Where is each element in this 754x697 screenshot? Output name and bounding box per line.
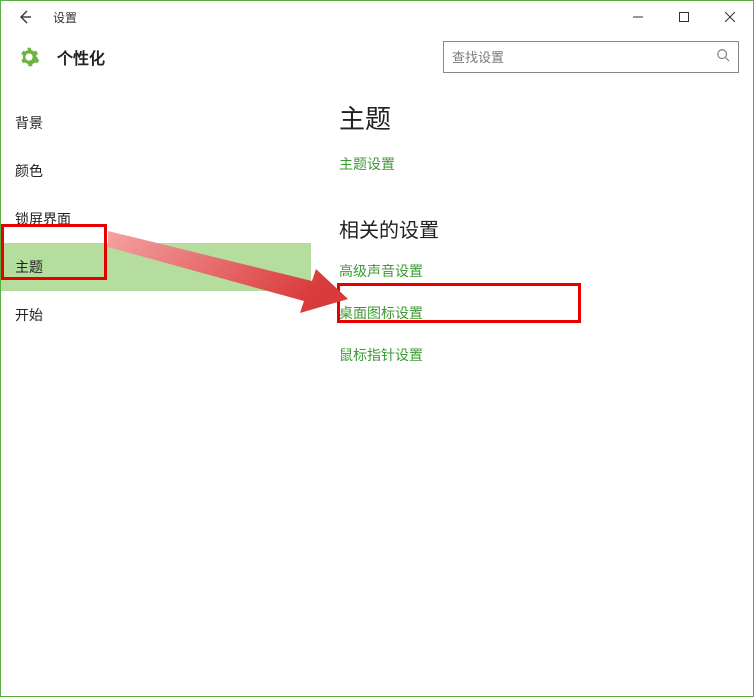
sidebar-item-start[interactable]: 开始 [1,291,311,339]
arrow-left-icon [17,9,33,25]
search-input[interactable] [452,50,716,65]
back-button[interactable] [1,1,49,33]
sidebar-item-themes[interactable]: 主题 [1,243,311,291]
sidebar-item-lockscreen[interactable]: 锁屏界面 [1,195,311,243]
link-desktop-icon-settings[interactable]: 桌面图标设置 [339,303,423,323]
sidebar-item-background[interactable]: 背景 [1,99,311,147]
heading-related: 相关的设置 [339,214,733,243]
minimize-icon [633,12,643,22]
sidebar-item-colors[interactable]: 颜色 [1,147,311,195]
settings-gear-icon [15,46,43,68]
sidebar-item-label: 背景 [15,113,43,133]
maximize-button[interactable] [661,1,707,33]
sidebar-item-label: 开始 [15,305,43,325]
heading-themes: 主题 [339,99,733,136]
close-icon [725,12,735,22]
search-box[interactable] [443,41,739,73]
main-content: 主题 主题设置 相关的设置 高级声音设置 桌面图标设置 鼠标指针设置 [311,81,753,696]
link-mouse-pointer-settings[interactable]: 鼠标指针设置 [339,345,423,365]
search-icon [716,48,730,67]
link-advanced-sound-settings[interactable]: 高级声音设置 [339,261,423,281]
sidebar-item-label: 颜色 [15,161,43,181]
minimize-button[interactable] [615,1,661,33]
link-theme-settings[interactable]: 主题设置 [339,154,395,174]
sidebar-item-label: 锁屏界面 [15,209,71,229]
window-title: 设置 [49,9,77,26]
sidebar-item-label: 主题 [15,257,43,277]
sidebar: 背景 颜色 锁屏界面 主题 开始 [1,81,311,696]
maximize-icon [679,12,689,22]
close-button[interactable] [707,1,753,33]
page-title: 个性化 [43,45,105,69]
